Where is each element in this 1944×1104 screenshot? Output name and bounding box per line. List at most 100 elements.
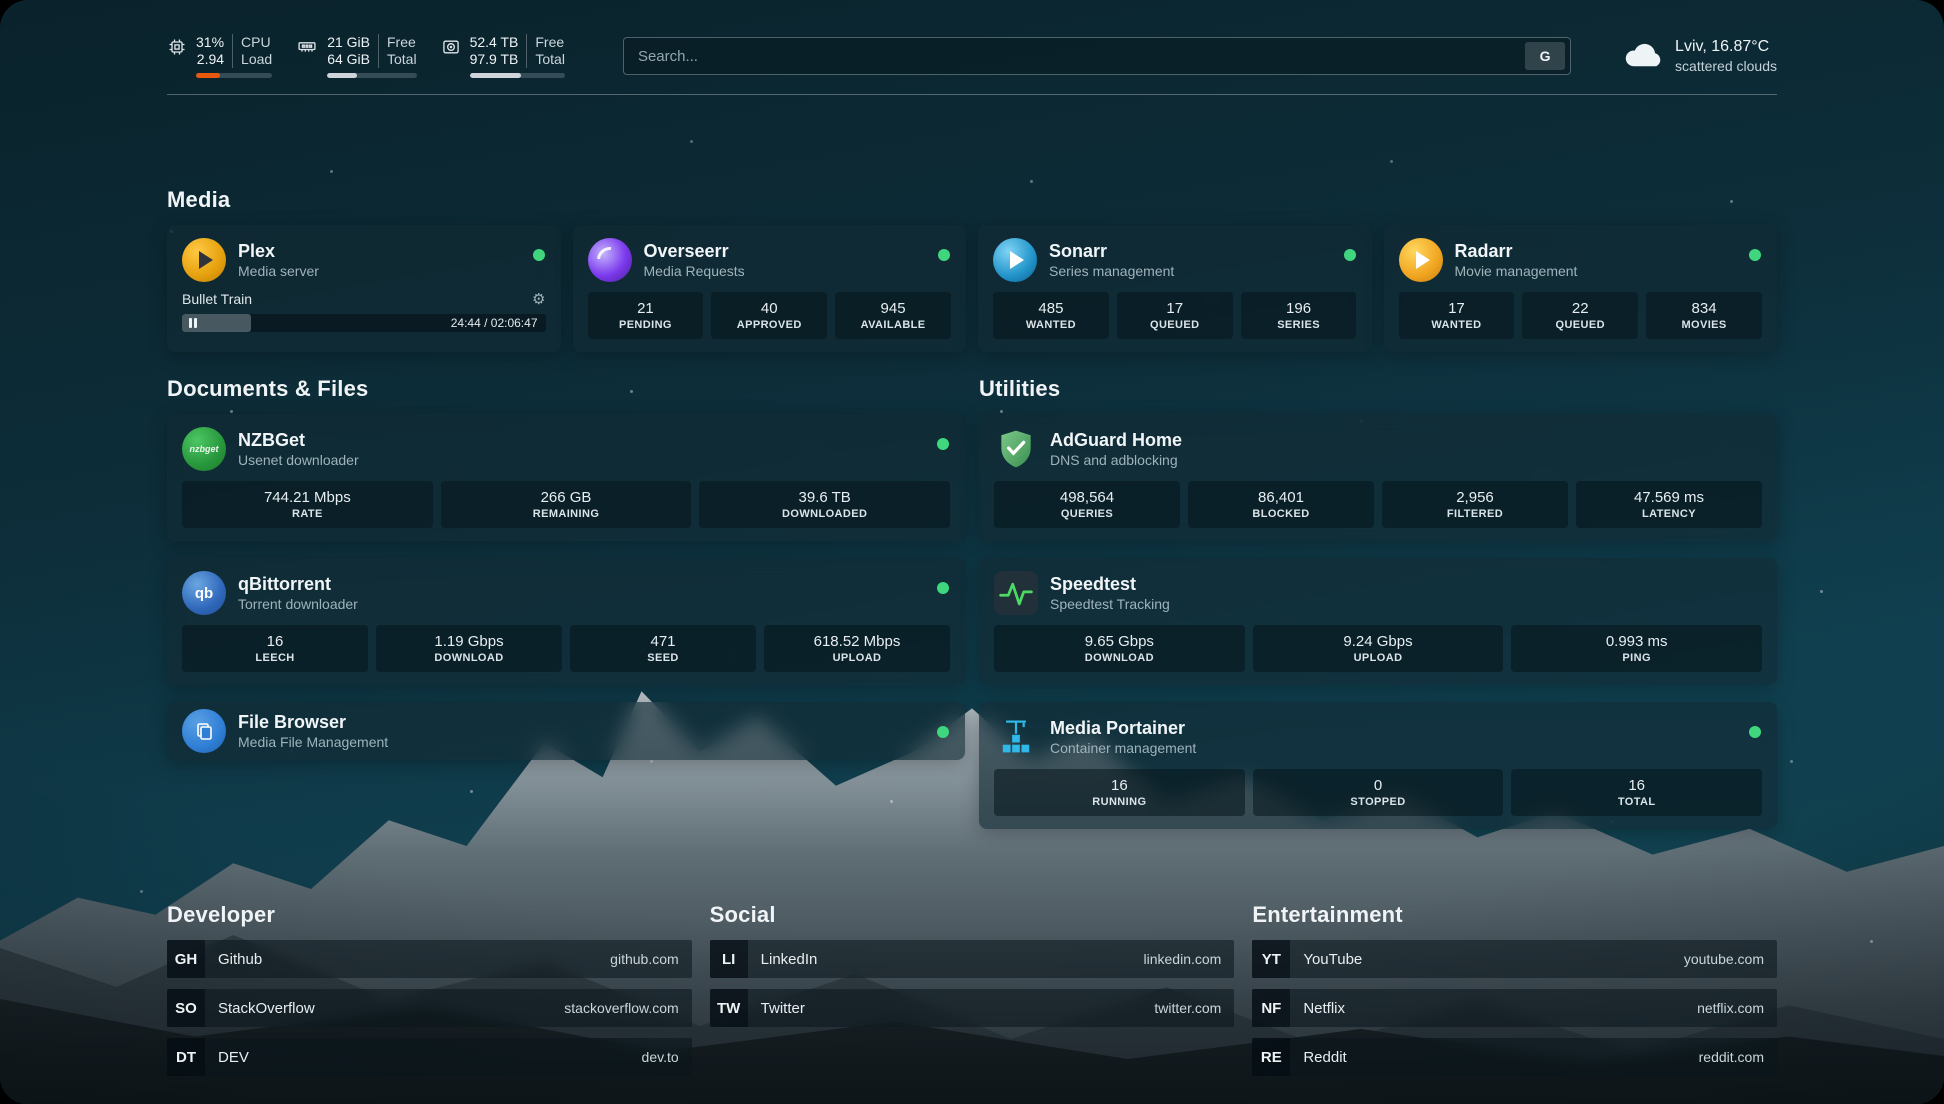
app-card-nzbget[interactable]: nzbget NZBGet Usenet downloader 744.21 M… <box>167 414 965 541</box>
stat-running: 16RUNNING <box>994 769 1245 816</box>
bookmark-twitter[interactable]: TW Twitter twitter.com <box>710 989 1235 1027</box>
stat-approved: 40APPROVED <box>711 292 827 339</box>
stat-upload: 9.24 GbpsUPLOAD <box>1253 625 1504 672</box>
stackoverflow-badge-icon: SO <box>167 989 205 1027</box>
bookmark-youtube[interactable]: YT YouTube youtube.com <box>1252 940 1777 978</box>
bookmark-stackoverflow[interactable]: SO StackOverflow stackoverflow.com <box>167 989 692 1027</box>
stat-queued: 22QUEUED <box>1522 292 1638 339</box>
stat-queries: 498,564QUERIES <box>994 481 1180 528</box>
now-playing-title: Bullet Train <box>182 291 252 307</box>
section-title-documents: Documents & Files <box>167 376 965 402</box>
dev-badge-icon: DT <box>167 1038 205 1076</box>
weather-location-temp: Lviv, 16.87°C <box>1675 38 1777 56</box>
stat-rate: 744.21 MbpsRATE <box>182 481 433 528</box>
app-card-portainer[interactable]: Media Portainer Container management 16R… <box>979 702 1777 829</box>
stat-wanted: 485WANTED <box>993 292 1109 339</box>
dashboard: 31% 2.94 CPU Load <box>0 0 1944 1104</box>
memory-monitor: 21 GiB 64 GiB Free Total <box>296 34 416 78</box>
stat-wanted: 17WANTED <box>1399 292 1515 339</box>
netflix-badge-icon: NF <box>1252 989 1290 1027</box>
app-card-radarr[interactable]: Radarr Movie management 17WANTED 22QUEUE… <box>1384 225 1778 352</box>
app-card-plex[interactable]: Plex Media server Bullet Train ⚙ <box>167 225 561 352</box>
app-subtitle: Media Requests <box>644 262 745 280</box>
section-title-social: Social <box>710 902 1235 928</box>
stat-queued: 17QUEUED <box>1117 292 1233 339</box>
playback-progress-bar[interactable]: 24:44 / 02:06:47 <box>182 314 546 332</box>
bookmark-github[interactable]: GH Github github.com <box>167 940 692 978</box>
pause-icon[interactable] <box>189 318 197 328</box>
stat-downloaded: 39.6 TBDOWNLOADED <box>699 481 950 528</box>
app-card-filebrowser[interactable]: File Browser Media File Management <box>167 702 965 760</box>
stat-blocked: 86,401BLOCKED <box>1188 481 1374 528</box>
cpu-load-label: Load <box>241 51 272 68</box>
stat-total: 16TOTAL <box>1511 769 1762 816</box>
cpu-usage-value: 31% <box>196 34 224 51</box>
section-title-utilities: Utilities <box>979 376 1777 402</box>
linkedin-badge-icon: LI <box>710 940 748 978</box>
stat-leech: 16LEECH <box>182 625 368 672</box>
bookmark-dev[interactable]: DT DEV dev.to <box>167 1038 692 1076</box>
nzbget-icon: nzbget <box>182 427 226 471</box>
storage-free-value: 52.4 TB <box>470 34 519 51</box>
search-bar[interactable]: G <box>623 37 1571 75</box>
app-card-sonarr[interactable]: Sonarr Series management 485WANTED 17QUE… <box>978 225 1372 352</box>
top-bar: 31% 2.94 CPU Load <box>167 0 1777 78</box>
app-card-adguard[interactable]: AdGuard Home DNS and adblocking 498,564Q… <box>979 414 1777 541</box>
divider <box>232 34 233 68</box>
app-name: File Browser <box>238 711 388 733</box>
section-title-media: Media <box>167 187 1777 213</box>
app-name: Overseerr <box>644 240 745 262</box>
stat-download: 1.19 GbpsDOWNLOAD <box>376 625 562 672</box>
stat-seed: 471SEED <box>570 625 756 672</box>
bookmark-linkedin[interactable]: LI LinkedIn linkedin.com <box>710 940 1235 978</box>
reddit-badge-icon: RE <box>1252 1038 1290 1076</box>
stat-available: 945AVAILABLE <box>835 292 951 339</box>
bookmark-reddit[interactable]: RE Reddit reddit.com <box>1252 1038 1777 1076</box>
app-name: Speedtest <box>1050 573 1170 595</box>
weather-condition: scattered clouds <box>1675 58 1777 74</box>
stat-ping: 0.993 msPING <box>1511 625 1762 672</box>
sonarr-icon <box>993 238 1037 282</box>
app-name: qBittorrent <box>238 573 358 595</box>
cpu-icon <box>167 37 187 78</box>
github-badge-icon: GH <box>167 940 205 978</box>
app-subtitle: Usenet downloader <box>238 451 359 469</box>
status-dot <box>937 582 949 594</box>
app-name: NZBGet <box>238 429 359 451</box>
search-input[interactable] <box>638 48 1517 65</box>
storage-progress-bar <box>470 73 565 78</box>
app-subtitle: DNS and adblocking <box>1050 451 1182 469</box>
header-divider <box>167 94 1777 95</box>
twitter-badge-icon: TW <box>710 989 748 1027</box>
status-dot <box>533 249 545 261</box>
status-dot <box>937 726 949 738</box>
memory-free-value: 21 GiB <box>327 34 370 51</box>
stat-upload: 618.52 MbpsUPLOAD <box>764 625 950 672</box>
app-card-speedtest[interactable]: Speedtest Speedtest Tracking 9.65 GbpsDO… <box>979 558 1777 685</box>
storage-free-label: Free <box>535 34 565 51</box>
app-subtitle: Media File Management <box>238 733 388 751</box>
adguard-shield-icon <box>994 427 1038 471</box>
cpu-monitor: 31% 2.94 CPU Load <box>167 34 272 78</box>
app-subtitle: Series management <box>1049 262 1174 280</box>
bookmark-netflix[interactable]: NF Netflix netflix.com <box>1252 989 1777 1027</box>
memory-total-value: 64 GiB <box>327 51 370 68</box>
app-subtitle: Media server <box>238 262 319 280</box>
app-name: Plex <box>238 240 319 262</box>
settings-gear-icon[interactable]: ⚙ <box>532 290 545 308</box>
storage-total-label: Total <box>535 51 565 68</box>
memory-total-label: Total <box>387 51 417 68</box>
memory-progress-bar <box>327 73 416 78</box>
status-dot <box>937 438 949 450</box>
stat-filtered: 2,956FILTERED <box>1382 481 1568 528</box>
search-engine-button[interactable]: G <box>1525 42 1565 70</box>
cloud-icon <box>1623 39 1665 74</box>
stat-remaining: 266 GBREMAINING <box>441 481 692 528</box>
app-card-overseerr[interactable]: Overseerr Media Requests 21PENDING 40APP… <box>573 225 967 352</box>
app-card-qbittorrent[interactable]: qb qBittorrent Torrent downloader 16LEEC… <box>167 558 965 685</box>
speedtest-pulse-icon <box>994 571 1038 615</box>
qbittorrent-icon: qb <box>182 571 226 615</box>
hard-drive-icon <box>441 37 461 78</box>
app-name: Sonarr <box>1049 240 1174 262</box>
section-title-developer: Developer <box>167 902 692 928</box>
